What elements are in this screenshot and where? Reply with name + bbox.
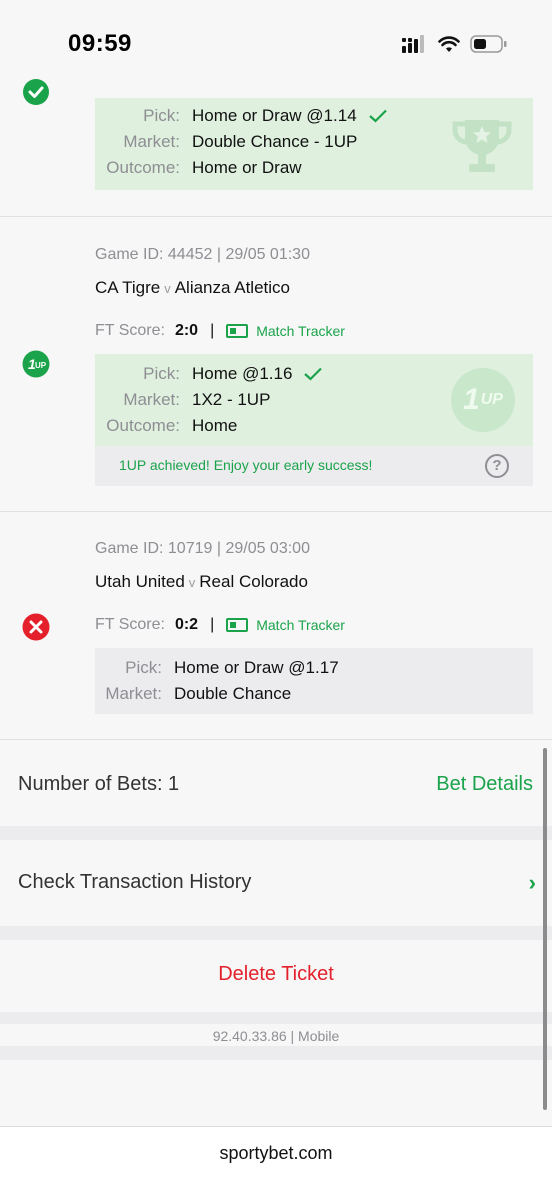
outcome-label: Outcome: — [106, 416, 180, 435]
outcome-value: Home — [192, 416, 238, 435]
pick-label: Pick: — [125, 658, 162, 677]
divider — [0, 1046, 552, 1060]
ip-device-info: 92.40.33.86 | Mobile — [212, 1028, 340, 1044]
bet-details-link[interactable]: Bet Details — [436, 773, 533, 796]
separator: | — [210, 322, 215, 339]
pick-value: Home @1.16 — [192, 364, 293, 383]
home-team: Utah United — [95, 572, 185, 591]
pick-box: Pick: Home or Draw @1.17 Market: Double … — [95, 648, 533, 714]
status-icons — [402, 35, 508, 53]
bet-card-3: Game ID: 10719 | 29/05 03:00 Utah United… — [0, 512, 552, 740]
match-teams[interactable]: Utah United v Real Colorado — [95, 572, 308, 592]
market-label: Market: — [123, 132, 180, 151]
transaction-history-label: Check Transaction History — [18, 871, 252, 893]
delete-ticket-row: Delete Ticket — [0, 940, 552, 1012]
bet-card-1: Pick: Home or Draw @1.14 Market: Double … — [0, 79, 552, 217]
outcome-value: Home or Draw — [192, 158, 302, 177]
pick-box: Pick: Home or Draw @1.14 Market: Double … — [95, 98, 533, 190]
url-bar[interactable]: sportybet.com — [0, 1143, 552, 1164]
pick-value: Home or Draw @1.14 — [192, 106, 357, 125]
market-value: Double Chance - 1UP — [192, 132, 358, 151]
versus: v — [164, 281, 171, 296]
trophy-icon — [452, 120, 512, 172]
market-row: Market: Double Chance - 1UP — [95, 132, 357, 152]
match-tracker-link[interactable]: Match Tracker — [256, 323, 345, 339]
market-value: Double Chance — [174, 684, 292, 703]
achieved-message: 1UP achieved! Enjoy your early success! — [119, 457, 373, 473]
market-label: Market: — [105, 684, 162, 703]
ft-score-label: FT Score: — [95, 616, 165, 633]
scrollbar[interactable] — [543, 748, 547, 1110]
pick-row: Pick: Home @1.16 — [95, 364, 323, 384]
outcome-label: Outcome: — [106, 158, 180, 177]
bets-summary: Number of Bets: 1 Bet Details — [0, 741, 552, 826]
game-id: Game ID: 10719 | 29/05 03:00 — [95, 540, 310, 557]
pick-row: Pick: Home or Draw @1.14 — [95, 106, 387, 126]
match-tracker-icon[interactable] — [226, 324, 249, 338]
delete-ticket-button[interactable]: Delete Ticket — [0, 963, 552, 986]
divider — [0, 1012, 552, 1024]
outcome-row: Outcome: Home or Draw — [95, 158, 302, 178]
oneup-watermark-icon: 1 UP — [451, 368, 515, 432]
cellular-signal-icon — [402, 35, 424, 53]
divider — [0, 826, 552, 840]
separator: | — [210, 616, 215, 633]
game-id: Game ID: 44452 | 29/05 01:30 — [95, 246, 310, 263]
match-tracker-link[interactable]: Match Tracker — [256, 617, 345, 633]
market-row: Market: Double Chance — [95, 684, 291, 704]
bet-card-2: Game ID: 44452 | 29/05 01:30 CA Tigre v Al… — [0, 218, 552, 512]
ft-score: 0:2 — [174, 616, 199, 633]
market-row: Market: 1X2 - 1UP — [95, 390, 270, 410]
browser-footer: sportybet.com — [0, 1126, 552, 1200]
transaction-history-row[interactable]: Check Transaction History › — [0, 840, 552, 926]
wifi-icon — [438, 35, 460, 52]
divider — [0, 926, 552, 940]
pick-label: Pick: — [143, 364, 180, 383]
number-of-bets: Number of Bets: 1 — [18, 773, 180, 795]
ft-score-row: FT Score: 2:0 | Match Tracker — [95, 322, 345, 340]
oneup-badge-icon: 1 UP — [22, 350, 50, 378]
pick-box: 1 UP Pick: Home @1.16 Market: 1X2 - 1UP O… — [95, 354, 533, 446]
ft-score-label: FT Score: — [95, 322, 165, 339]
status-bar: 09:59 — [0, 0, 552, 86]
pick-label: Pick: — [143, 106, 180, 125]
versus: v — [188, 575, 196, 590]
won-check-icon — [23, 79, 49, 105]
meta-row: 92.40.33.86 | Mobile — [0, 1024, 552, 1046]
outcome-row: Outcome: Home — [95, 416, 237, 436]
clock: 09:59 — [68, 30, 132, 57]
chevron-right-icon: › — [528, 870, 536, 895]
lost-cross-icon — [22, 613, 50, 641]
home-team: CA Tigre — [95, 278, 161, 297]
oneup-achieved-banner: 1UP achieved! Enjoy your early success! … — [95, 446, 533, 486]
battery-icon — [470, 35, 507, 53]
away-team: Real Colorado — [199, 572, 308, 591]
market-value: 1X2 - 1UP — [192, 390, 271, 409]
svg-text:UP: UP — [35, 361, 47, 370]
match-teams[interactable]: CA Tigre v Alianza Atletico — [95, 278, 290, 298]
help-icon[interactable]: ? — [485, 454, 509, 478]
away-team: Alianza Atletico — [174, 278, 290, 297]
pick-row: Pick: Home or Draw @1.17 — [95, 658, 339, 678]
market-label: Market: — [123, 390, 180, 409]
check-icon — [304, 367, 323, 381]
ft-score: 2:0 — [174, 322, 199, 339]
pick-value: Home or Draw @1.17 — [174, 658, 339, 677]
check-icon — [368, 109, 387, 123]
ft-score-row: FT Score: 0:2 | Match Tracker — [95, 616, 345, 634]
match-tracker-icon[interactable] — [226, 618, 249, 632]
